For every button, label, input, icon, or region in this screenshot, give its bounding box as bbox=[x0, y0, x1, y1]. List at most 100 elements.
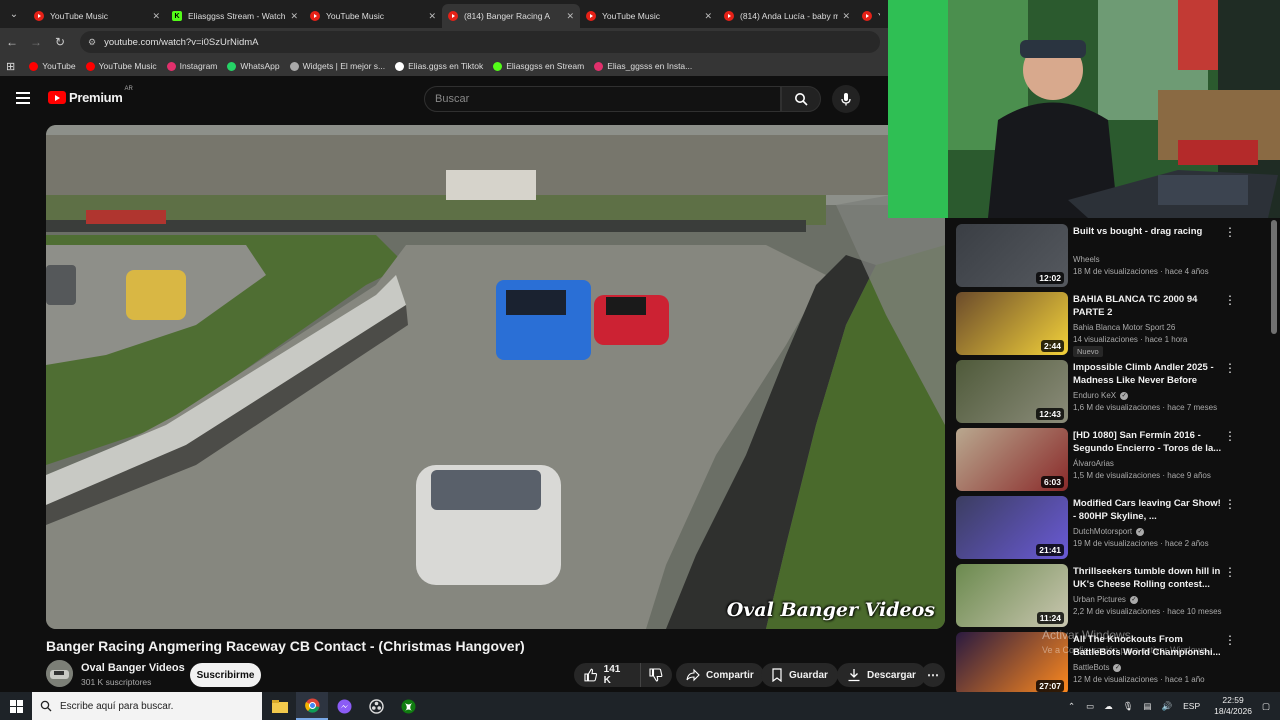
xbox-icon[interactable] bbox=[392, 692, 424, 720]
verified-check-icon: ✓ bbox=[1120, 391, 1129, 400]
video-thumbnail[interactable]: 12:43 bbox=[956, 360, 1068, 423]
close-tab-icon[interactable]: ✕ bbox=[428, 11, 436, 22]
volume-icon[interactable]: 🔊 bbox=[1162, 701, 1173, 712]
recommendation-channel[interactable]: DutchMotorsport ✓ bbox=[1073, 527, 1145, 536]
close-tab-icon[interactable]: ✕ bbox=[290, 11, 298, 22]
browser-tab[interactable]: (814) Anda Lucía - baby m ✕ bbox=[718, 4, 856, 28]
recommendation-title[interactable]: Impossible Climb Andler 2025 - Madness L… bbox=[1073, 361, 1223, 387]
search-input[interactable]: Buscar bbox=[424, 86, 781, 112]
apps-grid-icon[interactable]: ⊞ bbox=[6, 60, 15, 73]
recommendation-item[interactable]: 11:24 Thrillseekers tumble down hill in U… bbox=[956, 560, 1276, 627]
subscribe-button[interactable]: Suscribirme bbox=[190, 663, 261, 687]
recommendation-channel[interactable]: Bahia Blanca Motor Sport 26 bbox=[1073, 323, 1175, 332]
windows-logo-icon bbox=[9, 699, 23, 713]
browser-tab[interactable]: Yo bbox=[856, 4, 886, 28]
recommendation-item[interactable]: 12:02 Built vs bought - drag racing Wheels… bbox=[956, 220, 1276, 287]
download-button[interactable]: Descargar bbox=[837, 663, 926, 687]
more-vertical-icon[interactable]: ⋮ bbox=[1224, 294, 1236, 306]
start-button[interactable] bbox=[0, 692, 32, 720]
back-icon[interactable]: ← bbox=[0, 35, 24, 49]
tab-label: YouTube Music bbox=[602, 11, 660, 21]
bookmark-item[interactable]: Elias.ggss en Tiktok bbox=[395, 61, 483, 71]
browser-tab[interactable]: YouTube Music ✕ bbox=[304, 4, 442, 28]
url-field[interactable]: ⚙ youtube.com/watch?v=i0SzUrNidmA bbox=[80, 31, 880, 53]
close-tab-icon[interactable]: ✕ bbox=[704, 11, 712, 22]
browser-tab[interactable]: YouTube Music ✕ bbox=[580, 4, 718, 28]
site-info-icon[interactable]: ⚙ bbox=[88, 37, 96, 48]
recommendation-title[interactable]: Built vs bought - drag racing bbox=[1073, 225, 1223, 238]
chevron-up-icon[interactable]: ⌃ bbox=[1068, 701, 1075, 712]
file-explorer-icon[interactable] bbox=[264, 692, 296, 720]
close-tab-icon[interactable]: ✕ bbox=[566, 11, 574, 22]
chrome-icon[interactable] bbox=[296, 692, 328, 720]
tab-label: YouTube Music bbox=[50, 11, 108, 21]
bookmark-item[interactable]: Widgets | El mejor s... bbox=[289, 61, 385, 71]
browser-tab[interactable]: YouTube Music ✕ bbox=[28, 4, 166, 28]
more-actions-button[interactable]: ⋯ bbox=[921, 663, 945, 687]
recommendation-title[interactable]: BAHIA BLANCA TC 2000 94 PARTE 2 bbox=[1073, 293, 1223, 319]
recommendation-channel[interactable]: BattleBots ✓ bbox=[1073, 663, 1122, 672]
video-thumbnail[interactable]: 11:24 bbox=[956, 564, 1068, 627]
reload-icon[interactable]: ↻ bbox=[48, 35, 72, 49]
channel-avatar[interactable] bbox=[46, 660, 73, 687]
recommendation-channel[interactable]: Wheels bbox=[1073, 255, 1100, 264]
bookmark-item[interactable]: Elias_ggsss en Insta... bbox=[594, 61, 692, 71]
recommendation-item[interactable]: 21:41 Modified Cars leaving Car Show! - 8… bbox=[956, 492, 1276, 559]
more-vertical-icon[interactable]: ⋮ bbox=[1224, 498, 1236, 510]
more-vertical-icon[interactable]: ⋮ bbox=[1224, 226, 1236, 238]
bookmark-item[interactable]: WhatsApp bbox=[227, 61, 280, 71]
search-button[interactable] bbox=[781, 86, 821, 112]
channel-name[interactable]: Oval Banger Videos bbox=[81, 662, 185, 674]
menu-icon[interactable] bbox=[16, 92, 30, 104]
bookmark-item[interactable]: YouTube Music bbox=[85, 61, 157, 71]
video-thumbnail[interactable]: 6:03 bbox=[956, 428, 1068, 491]
recommendation-title[interactable]: Modified Cars leaving Car Show! - 800HP … bbox=[1073, 497, 1223, 523]
sidebar-scrollbar[interactable] bbox=[1271, 220, 1277, 334]
notifications-icon[interactable]: ▢ bbox=[1262, 701, 1270, 712]
browser-tab[interactable]: (814) Banger Racing A ✕ bbox=[442, 4, 580, 28]
video-thumbnail[interactable]: 12:02 bbox=[956, 224, 1068, 287]
recommendation-item[interactable]: 2:44 BAHIA BLANCA TC 2000 94 PARTE 2 Bahia… bbox=[956, 288, 1276, 357]
clock[interactable]: 22:59 18/4/2026 bbox=[1214, 695, 1252, 717]
network-icon[interactable]: ▭ bbox=[1086, 701, 1094, 712]
voice-search-button[interactable] bbox=[832, 85, 860, 113]
messenger-icon[interactable] bbox=[328, 692, 360, 720]
recommendation-meta: 2,2 M de visualizaciones · hace 10 meses bbox=[1073, 607, 1222, 616]
onedrive-icon[interactable]: ☁ bbox=[1104, 701, 1113, 712]
recommendation-item[interactable]: 6:03 [HD 1080] San Fermín 2016 - Segundo … bbox=[956, 424, 1276, 491]
close-tab-icon[interactable]: ✕ bbox=[842, 11, 850, 22]
more-vertical-icon[interactable]: ⋮ bbox=[1224, 430, 1236, 442]
more-vertical-icon[interactable]: ⋮ bbox=[1224, 566, 1236, 578]
tab-search-icon[interactable]: ⌄ bbox=[0, 0, 28, 28]
video-player[interactable]: Oval Banger Videos bbox=[46, 125, 945, 629]
microphone-icon[interactable]: 🎙 bbox=[1123, 701, 1134, 712]
bookmark-item[interactable]: Eliasggss en Stream bbox=[493, 61, 584, 71]
close-tab-icon[interactable]: ✕ bbox=[152, 11, 160, 22]
forward-icon[interactable]: → bbox=[24, 35, 48, 49]
youtube-premium-logo[interactable]: Premium AR bbox=[48, 86, 133, 105]
save-button[interactable]: Guardar bbox=[761, 663, 838, 687]
taskbar-search-input[interactable]: Escribe aquí para buscar. bbox=[32, 692, 262, 720]
bookmark-item[interactable]: Instagram bbox=[166, 61, 217, 71]
recommendation-channel[interactable]: Urban Pictures ✓ bbox=[1073, 595, 1138, 604]
share-button[interactable]: Compartir bbox=[676, 663, 764, 687]
wifi-icon[interactable]: ▤ bbox=[1144, 701, 1152, 712]
browser-tab[interactable]: K Eliasggss Stream - Watch ✕ bbox=[166, 4, 304, 28]
dislike-button[interactable] bbox=[641, 663, 672, 687]
recommendation-channel[interactable]: ÁlvaroArias bbox=[1073, 459, 1114, 468]
more-vertical-icon[interactable]: ⋮ bbox=[1224, 362, 1236, 374]
more-vertical-icon[interactable]: ⋮ bbox=[1224, 634, 1236, 646]
video-thumbnail[interactable]: 2:44 bbox=[956, 292, 1068, 355]
obs-icon[interactable] bbox=[360, 692, 392, 720]
video-thumbnail[interactable]: 21:41 bbox=[956, 496, 1068, 559]
recommendation-channel[interactable]: Enduro KeX ✓ bbox=[1073, 391, 1129, 400]
bookmark-item[interactable]: YouTube bbox=[29, 61, 76, 71]
more-horizontal-icon: ⋯ bbox=[927, 668, 939, 682]
language-indicator[interactable]: ESP bbox=[1183, 701, 1200, 711]
recommendation-title[interactable]: [HD 1080] San Fermín 2016 - Segundo Enci… bbox=[1073, 429, 1223, 455]
recommendation-meta: 1,6 M de visualizaciones · hace 7 meses bbox=[1073, 403, 1218, 412]
video-duration: 11:24 bbox=[1036, 612, 1064, 624]
recommendation-title[interactable]: Thrillseekers tumble down hill in UK's C… bbox=[1073, 565, 1223, 591]
like-button[interactable]: 141 K bbox=[574, 663, 641, 687]
recommendation-item[interactable]: 12:43 Impossible Climb Andler 2025 - Madn… bbox=[956, 356, 1276, 423]
